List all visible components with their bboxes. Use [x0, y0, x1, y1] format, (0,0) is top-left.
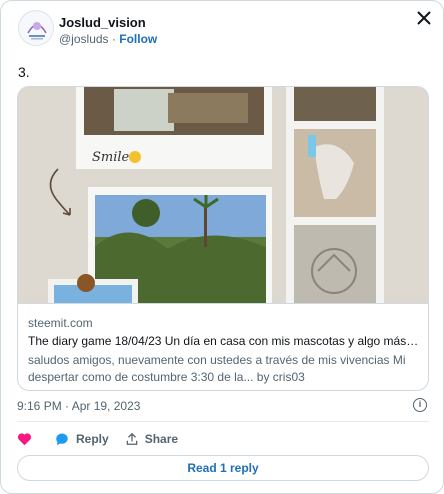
- separator: ·: [111, 32, 116, 46]
- info-icon[interactable]: i: [413, 398, 427, 412]
- tweet-text: 3.: [18, 64, 30, 80]
- link-title: The diary game 18/04/23 Un día en casa c…: [28, 334, 420, 348]
- preview-smile-text: Smile: [92, 150, 130, 165]
- author-handle[interactable]: @josluds: [59, 32, 109, 46]
- divider: [17, 421, 429, 422]
- author-handle-row: @josluds · Follow: [59, 32, 157, 46]
- timestamp[interactable]: 9:16 PM · Apr 19, 2023: [17, 399, 140, 413]
- share-label: Share: [144, 432, 179, 446]
- x-logo-icon[interactable]: [417, 11, 431, 30]
- link-description: saludos amigos, nuevamente con ustedes a…: [28, 353, 406, 384]
- read-replies-button[interactable]: Read 1 reply: [17, 455, 429, 481]
- like-button[interactable]: [17, 432, 38, 446]
- link-preview-image[interactable]: Smile: [18, 87, 428, 303]
- share-button[interactable]: Share: [125, 432, 178, 446]
- reply-label: Reply: [76, 432, 109, 446]
- speech-bubble-icon: [56, 433, 68, 446]
- tweet-card: Joslud_vision @josluds · Follow 3. Smile: [0, 0, 444, 494]
- link-domain: steemit.com: [28, 316, 93, 330]
- avatar[interactable]: [18, 10, 54, 46]
- actions-bar: Reply Share: [17, 429, 194, 449]
- link-preview-text[interactable]: steemit.com The diary game 18/04/23 Un d…: [18, 303, 428, 386]
- link-preview-card[interactable]: Smile steemit.com The diary game 18/04/2…: [17, 86, 429, 391]
- share-upload-icon: [126, 432, 137, 445]
- follow-button[interactable]: Follow: [119, 32, 157, 46]
- reply-button[interactable]: Reply: [54, 432, 109, 446]
- author-name[interactable]: Joslud_vision: [59, 15, 146, 30]
- heart-icon: [17, 433, 32, 446]
